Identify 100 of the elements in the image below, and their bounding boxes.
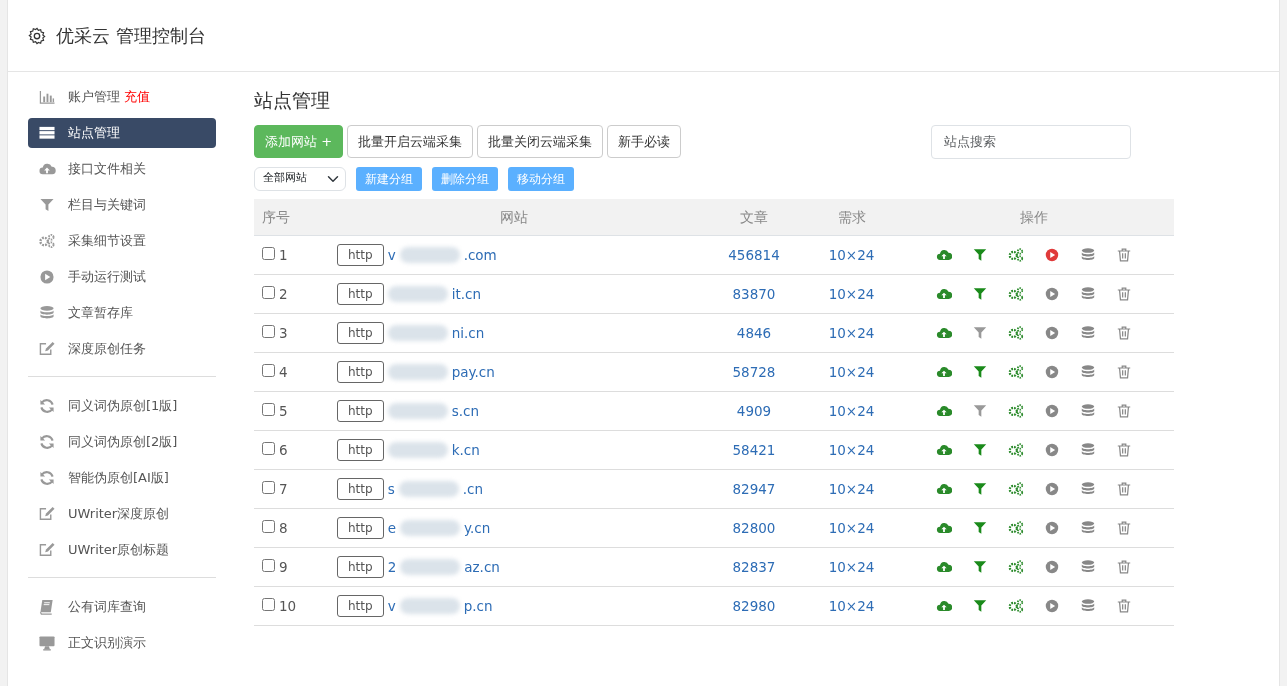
site-link[interactable]: s: [387, 478, 395, 499]
row-number: 4: [279, 363, 288, 380]
row-checkbox[interactable]: [262, 324, 275, 338]
row-checkbox[interactable]: [262, 402, 275, 416]
demand-cell: 10×24: [809, 274, 894, 314]
column-header: 文章: [699, 198, 809, 236]
sidebar-item[interactable]: 手动运行测试: [28, 262, 216, 292]
sidebar-item[interactable]: 同义词伪原创[2版]: [28, 427, 216, 457]
trash-icon: [1116, 597, 1132, 614]
blurred-region: [399, 597, 460, 614]
toolbar-button[interactable]: 批量开启云端采集: [347, 124, 474, 159]
filter-icon: [38, 197, 56, 213]
sidebar-item[interactable]: 智能伪原创[AI版]: [28, 463, 216, 493]
row-number: 8: [279, 519, 288, 536]
group-select[interactable]: 全部网站: [254, 166, 346, 191]
sidebar-item[interactable]: 站点管理: [28, 118, 216, 148]
trash-icon: [1116, 246, 1132, 263]
site-link[interactable]: p.cn: [463, 595, 493, 616]
article-count: 82980: [699, 586, 809, 626]
gears-icon: [1008, 558, 1024, 575]
row-number: 3: [279, 324, 288, 341]
site-link[interactable]: .com: [463, 244, 497, 265]
database-icon: [1080, 519, 1096, 536]
gears-icon: [1008, 402, 1024, 419]
trash-icon: [1116, 480, 1132, 497]
sidebar-item[interactable]: 文章暂存库: [28, 298, 216, 328]
article-count: 58728: [699, 352, 809, 392]
demand-cell: 10×24: [809, 352, 894, 392]
scheme-label: http: [337, 594, 384, 617]
sidebar-item[interactable]: UWriter深度原创: [28, 499, 216, 529]
row-number: 9: [279, 558, 288, 575]
blurred-region: [387, 402, 448, 419]
site-link[interactable]: .cn: [462, 478, 483, 499]
blurred-region: [399, 519, 460, 536]
refresh-icon: [38, 434, 56, 450]
edit-icon: [38, 542, 56, 558]
row-checkbox[interactable]: [262, 480, 275, 494]
sidebar-item[interactable]: 栏目与关键词: [28, 190, 216, 220]
article-count: 83870: [699, 274, 809, 314]
gears-icon: [1008, 363, 1024, 380]
gears-icon: [1008, 285, 1024, 302]
site-link[interactable]: v: [387, 595, 396, 616]
scheme-label: http: [337, 282, 384, 305]
demand-cell: 10×24: [809, 586, 894, 626]
database-icon: [1080, 285, 1096, 302]
database-icon: [1080, 480, 1096, 497]
database-icon: [38, 305, 56, 321]
site-link[interactable]: y.cn: [463, 517, 491, 538]
trash-icon: [1116, 402, 1132, 419]
sidebar-item[interactable]: 接口文件相关: [28, 154, 216, 184]
gears-icon: [1008, 597, 1024, 614]
sidebar-item[interactable]: 公有词库查询: [28, 592, 216, 622]
database-icon: [1080, 597, 1096, 614]
trash-icon: [1116, 558, 1132, 575]
column-header: 需求: [809, 198, 894, 236]
site-link[interactable]: az.cn: [464, 556, 500, 577]
sidebar-item[interactable]: UWriter原创标题: [28, 535, 216, 565]
gears-icon: [1008, 324, 1024, 341]
row-checkbox[interactable]: [262, 246, 275, 260]
gears-icon: [1008, 441, 1024, 458]
sidebar-item[interactable]: 采集细节设置: [28, 226, 216, 256]
settings-icon: [28, 26, 46, 45]
sidebar-item[interactable]: 同义词伪原创[1版]: [28, 391, 216, 421]
blurred-region: [400, 558, 461, 575]
trash-icon: [1116, 441, 1132, 458]
row-checkbox[interactable]: [262, 558, 275, 572]
trash-icon: [1116, 519, 1132, 536]
row-checkbox[interactable]: [262, 519, 275, 533]
site-link[interactable]: it.cn: [451, 283, 481, 304]
row-checkbox[interactable]: [262, 441, 275, 455]
database-icon: [1080, 363, 1096, 380]
row-checkbox[interactable]: [262, 285, 275, 299]
toolbar-button[interactable]: 新手必读: [607, 124, 682, 159]
scheme-label: http: [337, 321, 384, 344]
site-link[interactable]: 2: [387, 556, 397, 577]
demand-cell: 10×24: [809, 430, 894, 470]
site-link[interactable]: e: [387, 517, 396, 538]
row-number: 10: [279, 597, 297, 614]
site-link[interactable]: v: [387, 244, 396, 265]
article-count: 82947: [699, 469, 809, 509]
trash-icon: [1116, 285, 1132, 302]
trash-icon: [1116, 324, 1132, 341]
toolbar-button[interactable]: 批量关闭云端采集: [477, 124, 604, 159]
column-header: 网站: [329, 198, 699, 236]
site-link[interactable]: k.cn: [451, 439, 480, 460]
database-icon: [1080, 402, 1096, 419]
site-link[interactable]: s.cn: [451, 400, 479, 421]
site-link[interactable]: ni.cn: [451, 322, 485, 343]
sidebar-item[interactable]: 深度原创任务: [28, 334, 216, 364]
demand-cell: 10×24: [809, 469, 894, 509]
sidebar-item[interactable]: 正文识别演示: [28, 628, 216, 658]
site-link[interactable]: pay.cn: [451, 361, 495, 382]
row-checkbox[interactable]: [262, 363, 275, 377]
blurred-region: [387, 441, 448, 458]
column-header: 序号: [254, 198, 329, 236]
sidebar-item[interactable]: 账户管理 充值: [28, 82, 216, 112]
chart-icon: [38, 89, 56, 105]
search-field[interactable]: 站点搜索: [931, 124, 1131, 159]
row-number: 7: [279, 480, 288, 497]
row-checkbox[interactable]: [262, 597, 275, 611]
